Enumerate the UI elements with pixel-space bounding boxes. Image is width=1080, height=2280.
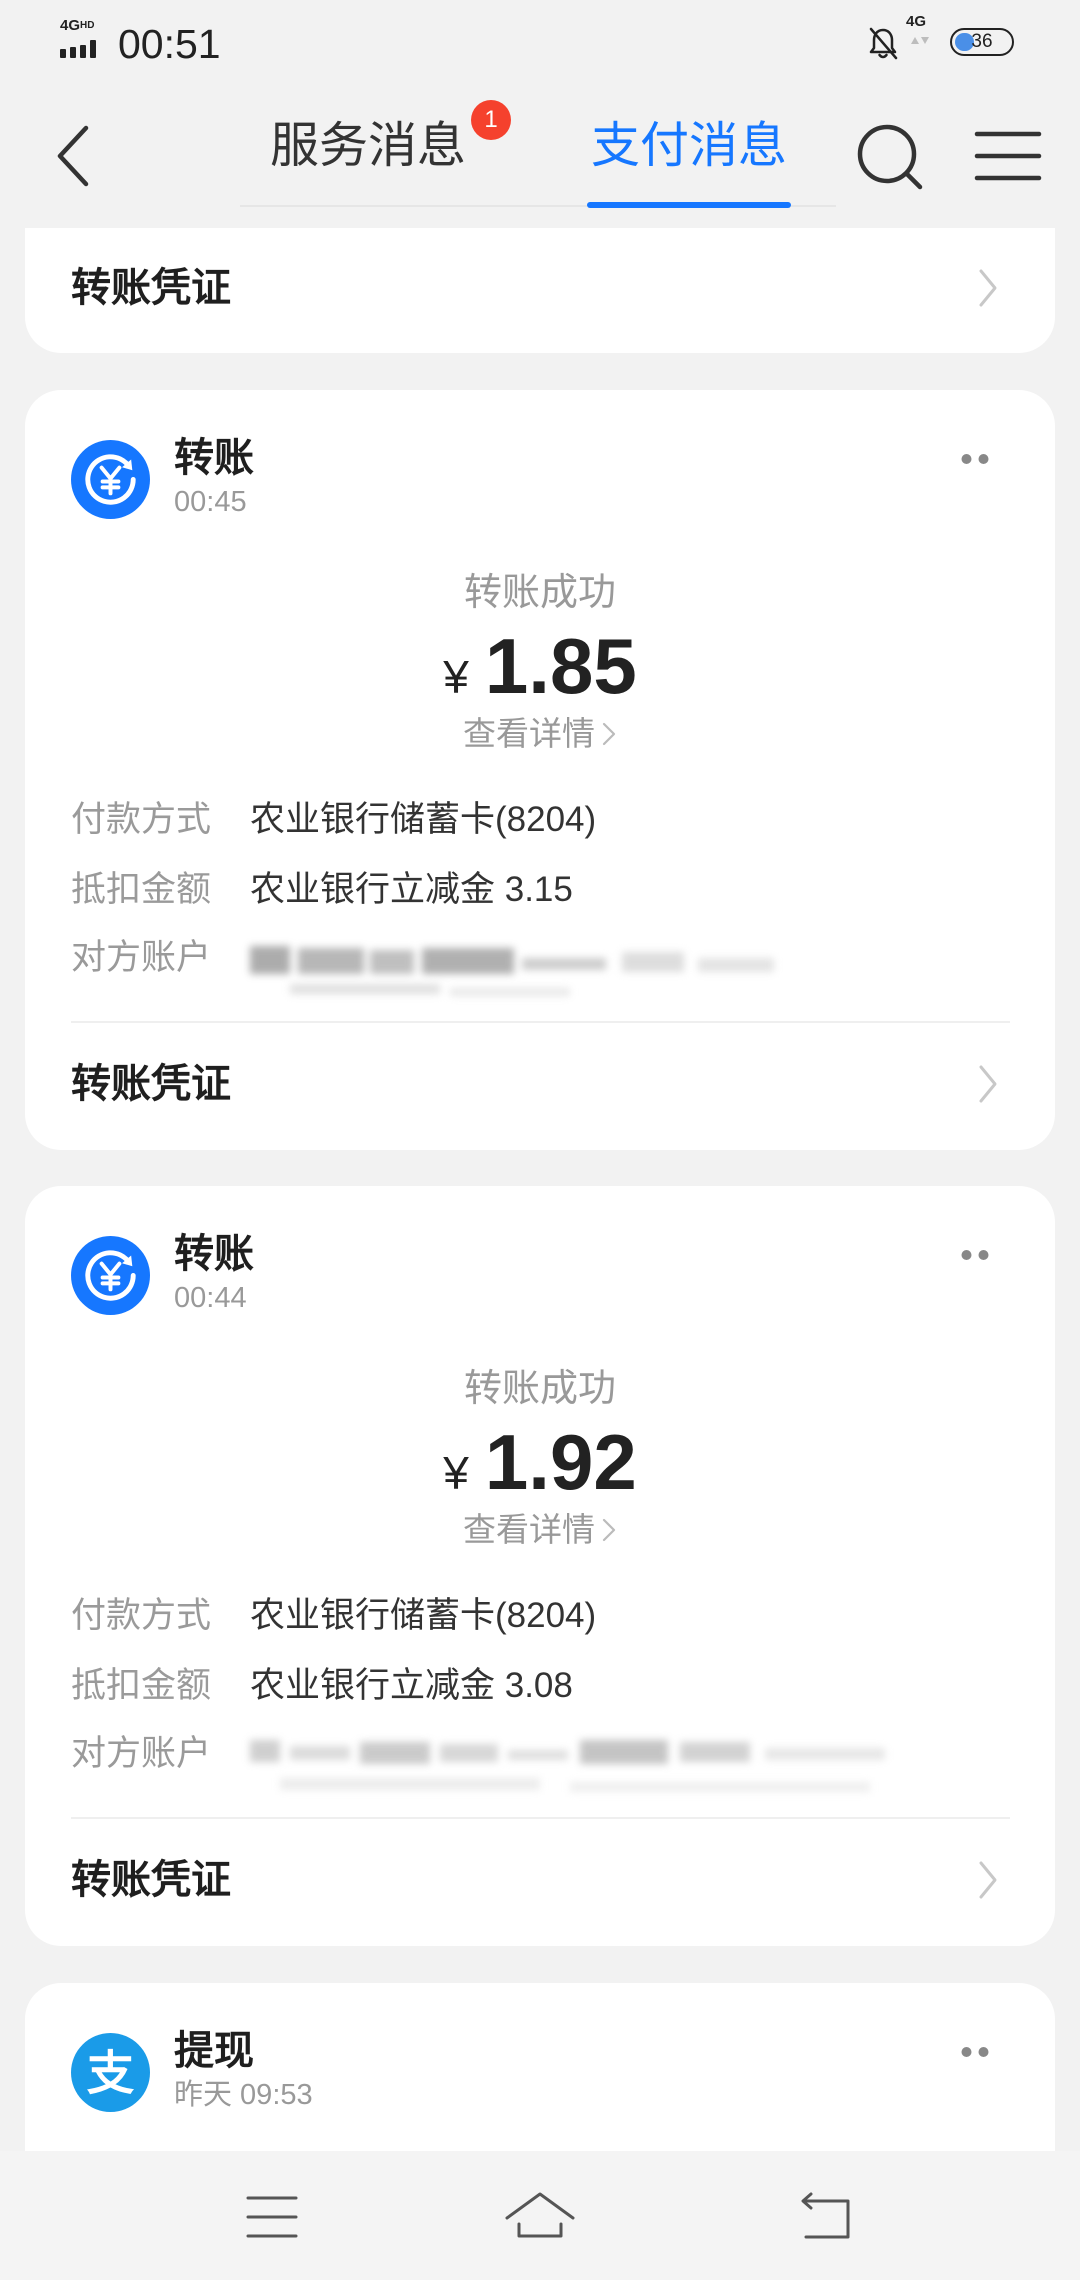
info-value: 农业银行立减金 3.08 [250,1666,573,1705]
transfer-status: 转账成功 [463,1368,616,1410]
info-label: 抵扣金额 [71,1666,212,1705]
info-label: 对方账户 [71,938,212,977]
back-button[interactable] [54,124,94,188]
info-label: 付款方式 [71,800,212,839]
amount: ¥1.92 [25,1410,1055,1514]
tab-payment-messages[interactable]: 支付消息 [584,115,794,177]
signal-bars-icon: 4GHD [60,18,108,60]
info-label: 对方账户 [71,1734,212,1773]
data-arrows-icon [911,37,929,44]
message-card-transfer[interactable]: 转账 00:44 转账成功 ¥1.92 查看详情 付款方式 农业银行储蓄卡(82… [25,1186,1055,1946]
bell-off-icon [869,27,898,60]
info-row-discount: 抵扣金额 农业银行立减金 3.08 [71,1661,1011,1711]
info-value: 农业银行储蓄卡(8204) [250,800,597,839]
message-time: 00:45 [174,486,247,518]
info-row-payment-method: 付款方式 农业银行储蓄卡(8204) [71,1591,1011,1641]
info-label: 付款方式 [71,1596,212,1635]
currency-symbol: ¥ [443,651,469,703]
battery-icon: 36 [950,28,1014,56]
message-time: 昨天 09:53 [174,2079,313,2111]
message-title: 转账 [174,1232,254,1276]
message-title: 转账 [174,436,254,480]
view-details-label: 查看详情 [463,1511,595,1548]
transfer-voucher-label: 转账凭证 [71,1858,231,1902]
transfer-voucher-row[interactable]: 转账凭证 [25,1846,1055,1914]
redacted-account-value [250,1720,950,1812]
more-options-icon[interactable] [955,2037,995,2067]
info-value: 农业银行储蓄卡(8204) [250,1596,597,1635]
mobile-data-icon: 4G [906,14,938,48]
redacted-account-value [250,930,780,1012]
view-details-link[interactable]: 查看详情 [25,710,1055,758]
info-value: 农业银行立减金 3.15 [250,870,573,909]
message-card-withdrawal[interactable]: 支 提现 昨天 09:53 [25,1983,1055,2151]
system-navigation-bar [0,2151,1080,2280]
transfer-voucher-row[interactable]: 转账凭证 [25,254,1055,322]
chevron-right-icon [979,1861,997,1899]
menu-lines-icon[interactable] [245,2194,299,2240]
amount: ¥1.85 [25,614,1055,718]
info-label: 抵扣金额 [71,870,212,909]
transfer-voucher-row[interactable]: 转账凭证 [25,1050,1055,1118]
transfer-voucher-label: 转账凭证 [71,1062,231,1106]
battery-level: 36 [971,31,993,52]
status-bar: 4GHD 00:51 4G 36 [0,0,1080,88]
transfer-yuan-icon [71,1236,150,1315]
amount-value: 1.92 [484,1418,637,1506]
network-type: 4G [60,17,81,34]
mobile-data-label: 4G [906,13,927,30]
info-row-discount: 抵扣金额 农业银行立减金 3.15 [71,865,1011,915]
home-icon[interactable] [504,2190,576,2242]
alipay-logo-char: 支 [87,2046,135,2101]
chevron-right-icon [979,1065,997,1103]
unread-badge: 1 [471,100,511,140]
message-title: 提现 [174,2029,254,2073]
divider [71,1021,1010,1023]
message-card-transfer[interactable]: 转账 00:45 转账成功 ¥1.85 查看详情 付款方式 农业银行储蓄卡(82… [25,390,1055,1150]
chevron-right-icon [602,723,616,746]
more-options-icon[interactable] [955,1240,995,1270]
transfer-voucher-label: 转账凭证 [71,266,231,310]
network-type-label: 4GHD [60,18,94,33]
transfer-status: 转账成功 [463,572,616,614]
transfer-yuan-icon [71,440,150,519]
chevron-right-icon [979,269,997,307]
network-hd: HD [80,20,95,31]
view-details-link[interactable]: 查看详情 [25,1506,1055,1554]
divider [71,1817,1010,1819]
more-options-icon[interactable] [955,444,995,474]
previous-message-card: 转账凭证 [25,228,1055,353]
alipay-icon: 支 [71,2033,150,2112]
currency-symbol: ¥ [443,1447,469,1499]
view-details-label: 查看详情 [463,715,595,752]
amount-value: 1.85 [484,622,637,710]
message-time: 00:44 [174,1282,247,1314]
signal-bars [60,38,104,58]
search-icon[interactable] [850,117,924,191]
chevron-right-icon [602,1519,616,1542]
menu-icon[interactable] [974,128,1042,184]
status-time: 00:51 [118,21,221,67]
active-tab-indicator [587,202,791,208]
info-row-payment-method: 付款方式 农业银行储蓄卡(8204) [71,795,1011,845]
back-arrow-icon[interactable] [796,2191,854,2243]
tab-service-messages[interactable]: 服务消息 [263,115,473,177]
